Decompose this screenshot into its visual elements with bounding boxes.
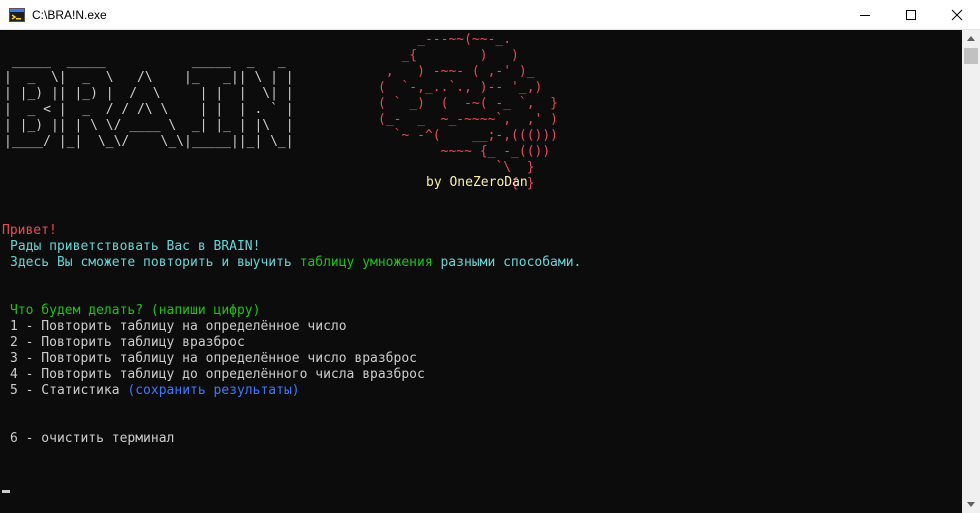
- menu-item-5-text: 5 - Статистика: [10, 383, 128, 398]
- minimize-button[interactable]: [842, 0, 888, 30]
- maximize-icon: [906, 10, 916, 20]
- menu-item-1: 1 - Повторить таблицу на определённое чи…: [10, 319, 347, 334]
- scrollbar-thumb[interactable]: [964, 48, 978, 64]
- scroll-down-button[interactable]: [962, 496, 980, 513]
- arrow-down-icon: [967, 502, 975, 507]
- close-button[interactable]: [934, 0, 980, 30]
- scroll-up-button[interactable]: [962, 30, 980, 47]
- menu-item-4: 4 - Повторить таблицу до определённого ч…: [10, 367, 425, 382]
- desc-highlight: таблицу умножения: [299, 255, 433, 270]
- window-title: C:\BRA!N.exe: [32, 8, 107, 22]
- menu-item-2: 2 - Повторить таблицу вразброс: [10, 335, 245, 350]
- author-credit: by OneZeroDan: [426, 175, 528, 190]
- text-cursor: [2, 490, 10, 493]
- vertical-scrollbar[interactable]: [962, 30, 980, 513]
- menu-item-3: 3 - Повторить таблицу на определённое чи…: [10, 351, 417, 366]
- menu-item-6: 6 - очистить терминал: [10, 431, 175, 446]
- close-icon: [951, 9, 963, 21]
- title-bar[interactable]: C:\BRA!N.exe: [0, 0, 980, 30]
- console-app-icon[interactable]: [9, 7, 25, 23]
- brain-logo-ascii: _____ _____ _____ _ _ | _ \| _ \ /\ |_ _…: [4, 54, 294, 149]
- console-output[interactable]: _____ _____ _____ _ _ | _ \| _ \ /\ |_ _…: [0, 30, 962, 513]
- brain-ascii-art: _---~~(~~-_. _{ ) ) , ) -~~- ( ,-' )_ ( …: [378, 32, 559, 191]
- desc-text-before: Здесь Вы сможете повторить и выучить: [10, 255, 300, 270]
- menu-prompt: Что будем делать? (напиши цифру): [10, 303, 261, 318]
- greeting-description: Здесь Вы сможете повторить и выучить таб…: [10, 255, 581, 271]
- greeting-welcome: Рады приветствовать Вас в BRAIN!: [10, 239, 261, 254]
- arrow-up-icon: [967, 36, 975, 41]
- minimize-icon: [860, 15, 870, 16]
- greeting-hello: Привет!: [2, 223, 57, 238]
- desc-text-after: разными способами.: [432, 255, 582, 270]
- console-window: C:\BRA!N.exe _____ _____ _____ _ _ | _ \…: [0, 0, 980, 513]
- menu-item-5-note: (сохранить результаты): [127, 383, 300, 398]
- maximize-button[interactable]: [888, 0, 934, 30]
- menu-item-5: 5 - Статистика (сохранить результаты): [10, 383, 300, 399]
